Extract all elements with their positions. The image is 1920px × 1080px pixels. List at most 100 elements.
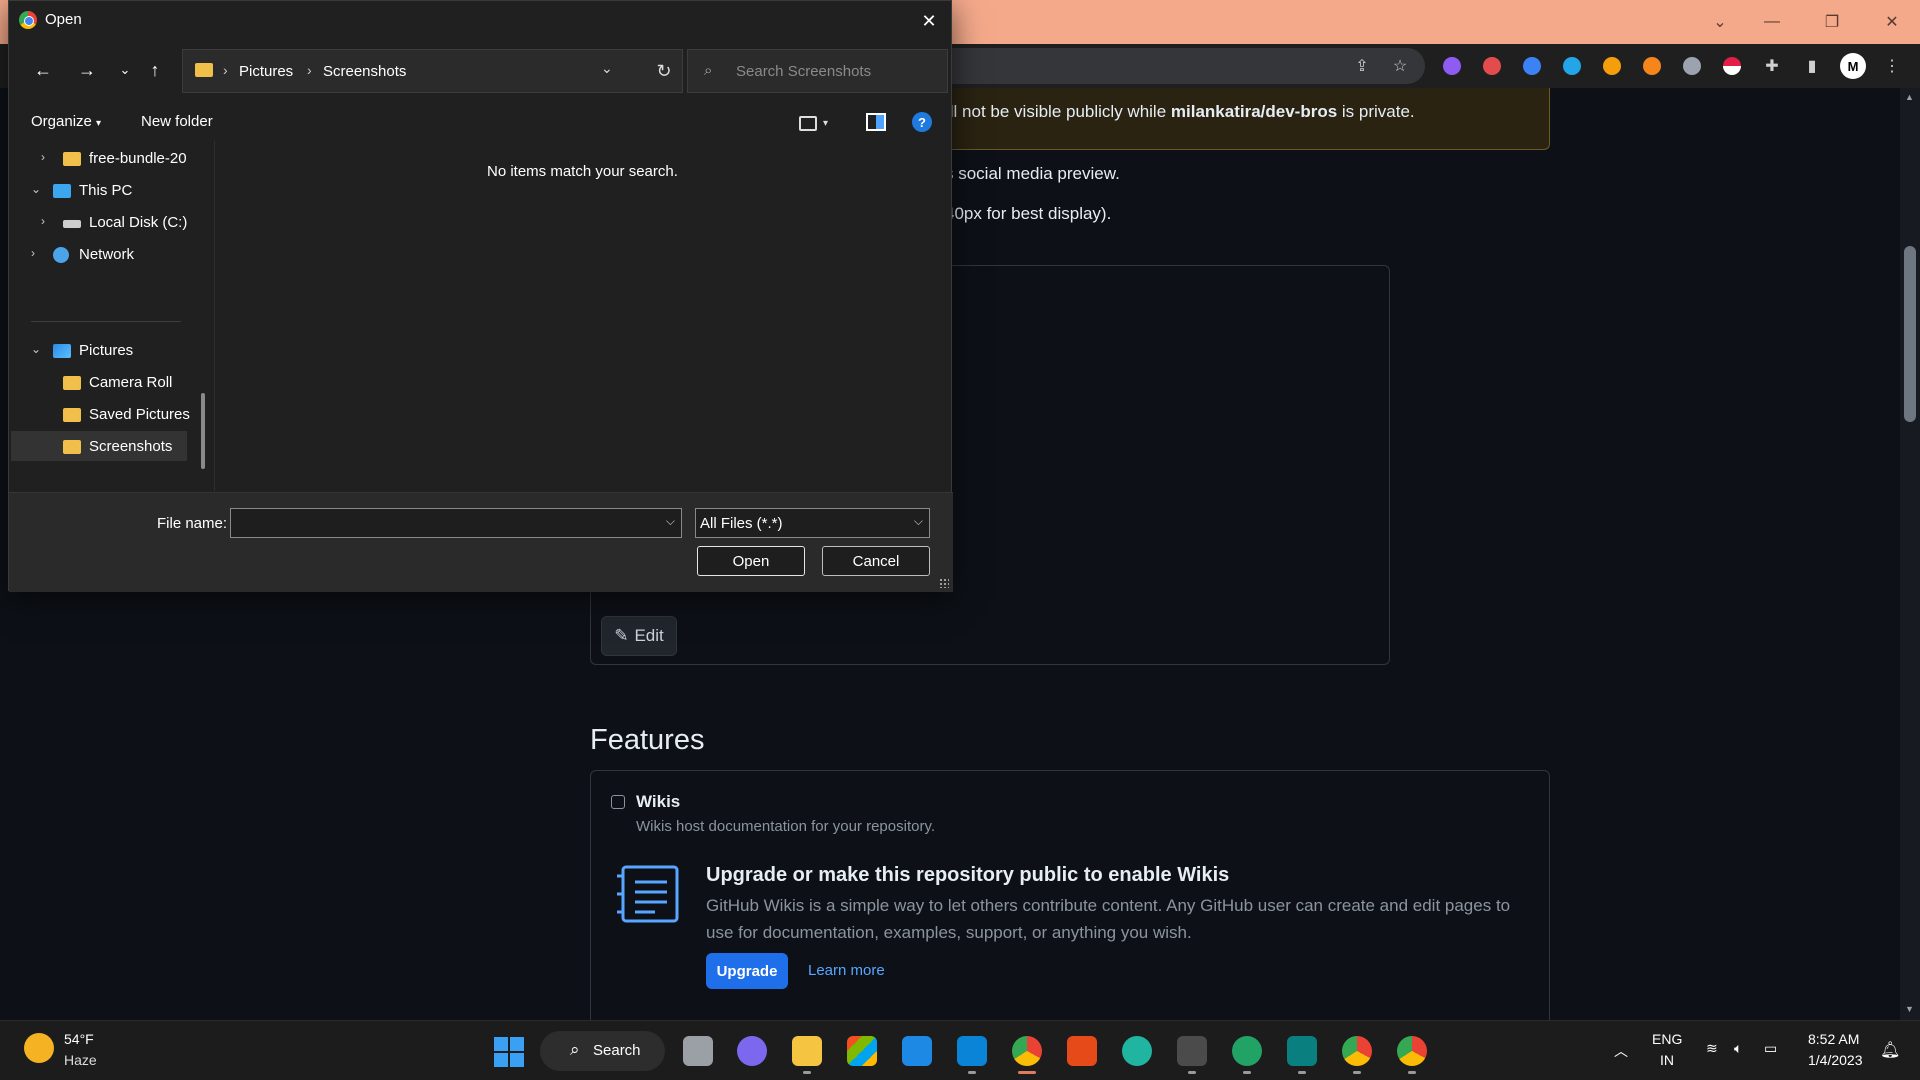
vscode-icon[interactable]: [957, 1036, 987, 1066]
preview-pane-icon[interactable]: [866, 113, 886, 131]
extension-icon-2[interactable]: [1480, 54, 1504, 78]
dialog-close-icon[interactable]: ✕: [915, 7, 943, 35]
forward-arrow-icon[interactable]: →: [73, 56, 101, 84]
taskbar-search[interactable]: ⌕ Search: [540, 1031, 665, 1071]
scroll-down-icon[interactable]: ▼: [1905, 1004, 1914, 1014]
folder-icon: [63, 376, 81, 390]
file-type-select[interactable]: All Files (*.*) ⌵: [695, 508, 930, 538]
wifi-icon[interactable]: ≋: [1706, 1040, 1718, 1057]
upwork-icon[interactable]: [1122, 1036, 1152, 1066]
extension-icon-3[interactable]: [1520, 54, 1544, 78]
nav-item-screenshots[interactable]: Screenshots: [11, 431, 187, 461]
tray-overflow-chevron-icon[interactable]: ︿: [1614, 1041, 1628, 1061]
bookmark-star-icon[interactable]: ☆: [1388, 54, 1412, 78]
notification-bell-icon[interactable]: 🔔︎: [1880, 1040, 1900, 1060]
edit-button[interactable]: ✎ Edit: [601, 616, 677, 656]
nav-item-network[interactable]: › Network: [11, 239, 187, 269]
recent-locations-chevron-icon[interactable]: ⌄: [111, 56, 139, 84]
up-arrow-icon[interactable]: ↑: [141, 56, 169, 84]
extension-icon-1[interactable]: [1440, 54, 1464, 78]
clock-date[interactable]: 1/4/2023: [1808, 1052, 1863, 1068]
chevron-down-icon[interactable]: ⌵: [914, 514, 923, 529]
nav-item-local-disk[interactable]: › Local Disk (C:): [11, 207, 187, 237]
mail-icon[interactable]: [902, 1036, 932, 1066]
chevron-right-icon[interactable]: ›: [31, 246, 35, 260]
weather-sun-haze-icon[interactable]: [24, 1033, 54, 1063]
share-icon[interactable]: ⇪: [1350, 54, 1374, 78]
page-scrollbar[interactable]: ▲ ▼: [1900, 88, 1920, 1020]
nav-item-free-bundle[interactable]: › free-bundle-20: [11, 143, 187, 173]
chevron-down-icon[interactable]: ⌄: [31, 342, 41, 356]
extensions-puzzle-icon[interactable]: ✚: [1760, 54, 1784, 78]
side-panel-icon[interactable]: ▮: [1800, 54, 1824, 78]
menu-kebab-icon[interactable]: ⋮: [1880, 54, 1904, 78]
wikis-checkbox[interactable]: [611, 795, 625, 809]
restore-button[interactable]: ❐: [1812, 6, 1852, 38]
chevron-down-icon[interactable]: ⌄: [31, 182, 41, 196]
cancel-button[interactable]: Cancel: [822, 546, 930, 576]
weather-temperature[interactable]: 54°F: [64, 1031, 94, 1047]
metamask-icon[interactable]: [1640, 54, 1664, 78]
scroll-up-icon[interactable]: ▲: [1905, 92, 1914, 102]
windows-start-icon[interactable]: [494, 1037, 524, 1067]
upgrade-description: GitHub Wikis is a simple way to let othe…: [706, 896, 1511, 942]
scroll-thumb[interactable]: [1904, 246, 1916, 422]
upgrade-button[interactable]: Upgrade: [706, 953, 788, 989]
repo-name[interactable]: milankatira/dev-bros: [1171, 102, 1337, 121]
chevron-right-icon[interactable]: ›: [41, 150, 45, 164]
file-name-input[interactable]: ⌵: [230, 508, 682, 538]
weather-condition[interactable]: Haze: [64, 1052, 97, 1068]
change-view-button[interactable]: ▾: [799, 110, 845, 136]
pokeball-extension-icon[interactable]: [1720, 54, 1744, 78]
close-window-button[interactable]: ✕: [1872, 6, 1912, 38]
help-icon[interactable]: ?: [912, 112, 932, 132]
minimize-button[interactable]: —: [1752, 6, 1792, 38]
chevron-down-icon[interactable]: ⌵: [666, 514, 675, 529]
refresh-icon[interactable]: ↻: [651, 58, 677, 84]
input-region[interactable]: IN: [1660, 1052, 1674, 1068]
open-button[interactable]: Open: [697, 546, 805, 576]
breadcrumb-screenshots[interactable]: Screenshots: [323, 63, 406, 80]
tab-search-icon[interactable]: ⌄: [1700, 6, 1740, 38]
file-explorer-icon[interactable]: [792, 1036, 822, 1066]
teams-chat-icon[interactable]: [737, 1036, 767, 1066]
input-language[interactable]: ENG: [1652, 1031, 1682, 1047]
nav-pane-scrollbar[interactable]: [201, 393, 205, 469]
battery-icon[interactable]: ▭: [1764, 1040, 1777, 1057]
chrome-profile-icon[interactable]: [1342, 1036, 1372, 1066]
mongodb-compass-icon[interactable]: [1232, 1036, 1262, 1066]
volume-icon[interactable]: 🔈︎: [1734, 1040, 1742, 1057]
nav-item-saved-pictures[interactable]: Saved Pictures: [11, 399, 190, 429]
features-box: Wikis Wikis host documentation for your …: [590, 770, 1550, 1020]
extension-icon-4[interactable]: [1560, 54, 1584, 78]
address-bar[interactable]: › Pictures › Screenshots ⌄ ↻: [182, 49, 683, 93]
profile-avatar[interactable]: M: [1840, 53, 1866, 79]
task-view-icon[interactable]: [683, 1036, 713, 1066]
navigation-pane: › free-bundle-20 ⌄ This PC › Local Disk …: [9, 141, 199, 491]
new-folder-button[interactable]: New folder: [141, 113, 213, 130]
app-window-icon[interactable]: [1287, 1036, 1317, 1066]
dialog-title: Open: [45, 11, 82, 28]
nav-item-pictures[interactable]: ⌄ Pictures: [11, 335, 187, 365]
learn-more-link[interactable]: Learn more: [808, 962, 885, 979]
office-icon[interactable]: [1067, 1036, 1097, 1066]
terminal-icon[interactable]: [1177, 1036, 1207, 1066]
extension-icon-5[interactable]: [1600, 54, 1624, 78]
nav-item-this-pc[interactable]: ⌄ This PC: [11, 175, 187, 205]
nav-item-camera-roll[interactable]: Camera Roll: [11, 367, 187, 397]
breadcrumb-pictures[interactable]: Pictures: [239, 63, 293, 80]
clock-time[interactable]: 8:52 AM: [1808, 1031, 1859, 1047]
organize-button[interactable]: Organize ▾: [31, 113, 101, 130]
pane-splitter[interactable]: [214, 141, 215, 491]
search-box[interactable]: ⌕: [687, 49, 948, 93]
resize-grip[interactable]: [939, 578, 949, 588]
chrome-icon[interactable]: [1012, 1036, 1042, 1066]
microsoft-store-icon[interactable]: [847, 1036, 877, 1066]
chevron-right-icon[interactable]: ›: [41, 214, 45, 228]
address-omnibox[interactable]: ⇪ ☆: [880, 48, 1425, 84]
back-arrow-icon[interactable]: ←: [29, 56, 57, 84]
extension-icon-7[interactable]: [1680, 54, 1704, 78]
chrome-profile-2-icon[interactable]: [1397, 1036, 1427, 1066]
address-dropdown-chevron-icon[interactable]: ⌄: [601, 60, 613, 77]
search-input[interactable]: [736, 60, 936, 82]
